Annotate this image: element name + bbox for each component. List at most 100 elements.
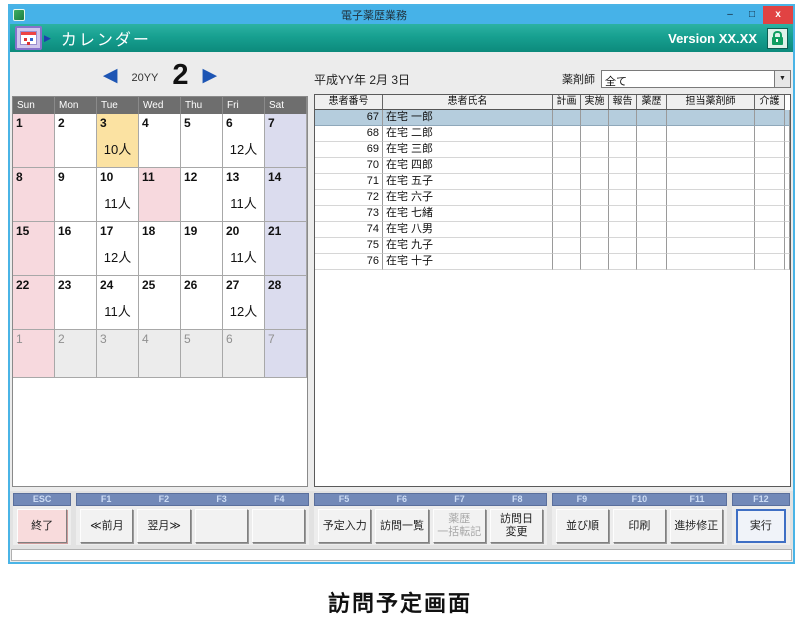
dropdown-arrow-icon[interactable]: ▼: [774, 71, 790, 87]
pharmacist-filter-dropdown[interactable]: 全て ▼: [601, 70, 791, 88]
table-row[interactable]: 75在宅 九子: [315, 238, 790, 254]
calendar-day-cell[interactable]: 5: [181, 114, 223, 168]
table-row[interactable]: 71在宅 五子: [315, 174, 790, 190]
calendar-day-cell[interactable]: 11: [139, 168, 181, 222]
calendar-day-cell[interactable]: 22: [13, 276, 55, 330]
visit-count: 11人: [223, 193, 264, 212]
main-content: ◀ 20YY 2 ▶ SunMonTueWedThuFriSat12310人45…: [10, 52, 793, 491]
batch-transfer-button[interactable]: 薬歴 一括転記: [433, 509, 486, 543]
calendar-day-cell[interactable]: 19: [181, 222, 223, 276]
calendar-day-cell[interactable]: 14: [265, 168, 307, 222]
empty-cell: [667, 238, 755, 254]
table-row[interactable]: 72在宅 六子: [315, 190, 790, 206]
calendar-day-cell[interactable]: 310人: [97, 114, 139, 168]
calendar-day-header: Sat: [265, 97, 307, 114]
empty-cell: [785, 190, 790, 206]
calendar-day-cell[interactable]: 1712人: [97, 222, 139, 276]
patient-panel-header: 平成YY年 2月 3日 薬剤師 全て ▼: [314, 68, 791, 90]
calendar-day-cell[interactable]: 2411人: [97, 276, 139, 330]
calendar-day-cell[interactable]: 23: [55, 276, 97, 330]
calendar-day-cell[interactable]: 12: [181, 168, 223, 222]
table-row[interactable]: 69在宅 三郎: [315, 142, 790, 158]
prev-month-arrow-icon[interactable]: ◀: [103, 66, 118, 85]
calendar-day-cell[interactable]: 6: [223, 330, 265, 378]
calendar-day-cell[interactable]: 8: [13, 168, 55, 222]
calendar-day-header: Sun: [13, 97, 55, 114]
calendar-day-cell[interactable]: 7: [265, 330, 307, 378]
function-group: ESC 終了: [13, 493, 71, 545]
empty-cell: [755, 110, 785, 126]
calendar-day-cell[interactable]: 25: [139, 276, 181, 330]
table-row[interactable]: 67在宅 一郎: [315, 110, 790, 126]
table-row[interactable]: 70在宅 四郎: [315, 158, 790, 174]
table-row[interactable]: 73在宅 七緒: [315, 206, 790, 222]
calendar-day-cell[interactable]: 26: [181, 276, 223, 330]
print-button[interactable]: 印刷: [613, 509, 666, 543]
function-group: F5F6F7F8予定入力訪問一覧薬歴 一括転記訪問日 変更: [314, 493, 547, 545]
calendar-day-cell[interactable]: 4: [139, 330, 181, 378]
close-button[interactable]: x: [763, 6, 793, 24]
empty-cell: [581, 190, 609, 206]
table-row[interactable]: 74在宅 八男: [315, 222, 790, 238]
day-number: 6: [223, 330, 264, 346]
empty-cell: [609, 174, 637, 190]
next-month-button[interactable]: 翌月≫: [137, 509, 190, 543]
execute-button[interactable]: 実行: [736, 509, 786, 543]
calendar-day-cell[interactable]: 1311人: [223, 168, 265, 222]
day-number: 18: [139, 222, 180, 238]
patient-number-cell: 74: [315, 222, 383, 238]
calendar-grid: SunMonTueWedThuFriSat12310人45612人7891011…: [13, 97, 307, 378]
empty-cell: [581, 222, 609, 238]
function-key-label: ESC: [14, 494, 70, 505]
prev-month-button[interactable]: ≪前月: [80, 509, 133, 543]
visit-list-button[interactable]: 訪問一覧: [375, 509, 428, 543]
table-row[interactable]: 68在宅 二郎: [315, 126, 790, 142]
day-number: 10: [97, 168, 138, 184]
maximize-button[interactable]: □: [741, 7, 763, 23]
empty-cell: [637, 174, 667, 190]
calendar-day-cell[interactable]: 2: [55, 330, 97, 378]
calendar-day-cell[interactable]: 15: [13, 222, 55, 276]
calendar-day-cell[interactable]: 21: [265, 222, 307, 276]
sort-order-button[interactable]: 並び順: [556, 509, 609, 543]
calendar-day-cell[interactable]: 9: [55, 168, 97, 222]
visit-count: 12人: [223, 139, 264, 158]
column-header: 担当薬剤師: [667, 95, 755, 110]
column-header: 報告: [609, 95, 637, 110]
visit-date-change-button[interactable]: 訪問日 変更: [490, 509, 543, 543]
calendar-day-cell[interactable]: 2011人: [223, 222, 265, 276]
calendar-day-cell[interactable]: 1011人: [97, 168, 139, 222]
empty-cell: [609, 158, 637, 174]
lock-icon[interactable]: [767, 28, 788, 49]
minimize-button[interactable]: –: [719, 7, 741, 23]
day-number: 15: [13, 222, 54, 238]
header-expand-icon[interactable]: ▶: [44, 33, 51, 44]
calendar-month-label: 2: [172, 59, 188, 92]
pharmacist-filter-label: 薬剤師: [562, 71, 595, 87]
day-number: 3: [97, 330, 138, 346]
schedule-input-button[interactable]: 予定入力: [318, 509, 371, 543]
calendar-day-cell[interactable]: 5: [181, 330, 223, 378]
empty-cell: [637, 238, 667, 254]
calendar-day-cell[interactable]: 2712人: [223, 276, 265, 330]
column-header: 実施: [581, 95, 609, 110]
calendar-day-cell[interactable]: 18: [139, 222, 181, 276]
calendar-day-cell[interactable]: 4: [139, 114, 181, 168]
calendar-day-cell[interactable]: 612人: [223, 114, 265, 168]
calendar-day-cell[interactable]: 3: [97, 330, 139, 378]
column-header-filler: [785, 95, 790, 110]
function-group: F1F2F3F4≪前月翌月≫: [76, 493, 309, 545]
calendar-day-cell[interactable]: 1: [13, 114, 55, 168]
exit-button[interactable]: 終了: [17, 509, 67, 543]
calendar-day-cell[interactable]: 2: [55, 114, 97, 168]
day-number: 16: [55, 222, 96, 238]
calendar-day-cell[interactable]: 1: [13, 330, 55, 378]
calendar-day-cell[interactable]: 7: [265, 114, 307, 168]
calendar-day-cell[interactable]: 16: [55, 222, 97, 276]
progress-edit-button[interactable]: 進捗修正: [670, 509, 723, 543]
empty-cell: [581, 254, 609, 270]
function-buttons: 予定入力訪問一覧薬歴 一括転記訪問日 変更: [314, 506, 547, 545]
calendar-day-cell[interactable]: 28: [265, 276, 307, 330]
table-row[interactable]: 76在宅 十子: [315, 254, 790, 270]
next-month-arrow-icon[interactable]: ▶: [203, 66, 218, 85]
